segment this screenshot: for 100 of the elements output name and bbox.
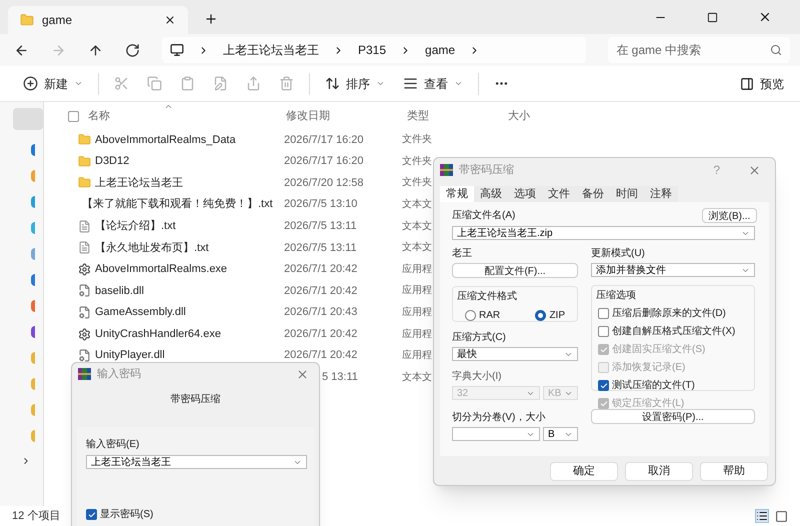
type-cell-text: 应用程 xyxy=(402,328,432,342)
group-label: 压缩选项 xyxy=(596,288,637,303)
file-name[interactable]: D3D12 xyxy=(95,153,130,170)
file-name[interactable]: 【来了就能下载和观看！纯免费！】.txt xyxy=(82,196,273,213)
field-label: 输入密码(E) xyxy=(86,438,140,452)
share-icon xyxy=(246,76,261,91)
file-name[interactable]: 【永久地址发布页】.txt xyxy=(95,240,209,256)
radio-button[interactable] xyxy=(465,310,476,321)
dialog-button[interactable]: 帮助 xyxy=(700,462,768,481)
close-icon[interactable] xyxy=(164,14,176,26)
up-button[interactable] xyxy=(88,42,103,58)
dialog-tab[interactable]: 常规 xyxy=(440,186,474,202)
field-label: 老王 xyxy=(452,246,473,261)
file-gear-icon xyxy=(78,306,91,320)
file-name[interactable]: AboveImmortalRealms_Data xyxy=(95,132,236,148)
method-dropdown[interactable]: 最快 xyxy=(452,347,578,361)
radio-label: RAR xyxy=(479,309,500,323)
window-tab[interactable]: game xyxy=(8,6,188,34)
address-bar[interactable]: 上老王论坛当老王 P315 game xyxy=(162,37,586,63)
column-header[interactable]: 类型 xyxy=(407,108,508,124)
field-label: 压缩文件名(A) xyxy=(452,208,516,223)
type-cell-text: 文件夹 xyxy=(402,132,432,148)
date-cell-text: 2026/7/1 20:42 xyxy=(283,262,358,278)
dialog-tab[interactable]: 注释 xyxy=(644,186,678,202)
column-header[interactable]: 大小 xyxy=(508,108,568,124)
close-icon[interactable] xyxy=(758,10,772,24)
volume-size-dropdown[interactable] xyxy=(452,427,540,441)
checkbox[interactable] xyxy=(598,308,609,319)
dialog-tab[interactable]: 文件 xyxy=(542,186,576,202)
refresh-button[interactable] xyxy=(125,42,140,58)
dialog-tab[interactable]: 选项 xyxy=(508,186,542,202)
type-cell-text: 文件夹 xyxy=(402,176,432,190)
tiles-view-icon[interactable] xyxy=(775,510,788,522)
unit-dropdown[interactable]: B xyxy=(543,427,578,441)
search-field[interactable]: 在 game 中搜索 xyxy=(608,37,790,63)
details-view-icon[interactable] xyxy=(755,509,769,523)
date-cell-text: 2026/7/5 13:10 xyxy=(283,197,358,212)
lines-icon xyxy=(403,76,418,91)
select-all-checkbox[interactable] xyxy=(68,110,79,122)
type-cell-text: 文本文 xyxy=(402,370,432,385)
item-count: 12 个项目 xyxy=(12,508,60,524)
document-icon xyxy=(78,220,91,233)
breadcrumb[interactable]: 上老王论坛当老王 xyxy=(223,41,319,59)
back-button[interactable] xyxy=(14,42,29,58)
archive-name-field[interactable]: 上老王论坛当老王.zip xyxy=(452,226,755,240)
folder-icon xyxy=(78,133,91,146)
column-header[interactable]: 修改日期 xyxy=(286,108,407,124)
field-label: 更新模式(U) xyxy=(591,246,646,261)
dialog-tab[interactable]: 高级 xyxy=(474,186,508,202)
dialog-button[interactable]: 取消 xyxy=(625,462,693,481)
file-name[interactable]: UnityCrashHandler64.exe xyxy=(95,326,221,342)
copy-icon xyxy=(147,76,162,91)
checkbox-label: 创建固实压缩文件(S) xyxy=(612,342,706,357)
new-button[interactable]: 新建 xyxy=(14,70,92,98)
file-gear-icon xyxy=(78,349,91,362)
radio-label: ZIP xyxy=(549,309,565,323)
file-name[interactable]: 【论坛介绍】.txt xyxy=(95,218,176,234)
date-cell-text: 2026/7/1 20:42 xyxy=(283,348,358,364)
gear-icon xyxy=(78,262,91,276)
checkbox[interactable] xyxy=(598,380,609,391)
checkbox[interactable] xyxy=(598,326,609,337)
breadcrumb[interactable]: P315 xyxy=(358,41,386,59)
type-cell-text: 文本文 xyxy=(402,198,432,212)
preview-button[interactable]: 预览 xyxy=(740,74,784,92)
checkbox[interactable] xyxy=(86,509,97,520)
date-cell-text: 2026/7/20 12:58 xyxy=(283,176,365,191)
type-cell-text: 应用程 xyxy=(402,262,432,277)
maximize-icon[interactable] xyxy=(707,12,718,22)
browse-button[interactable]: 浏览(B)... xyxy=(702,208,757,223)
folder-icon xyxy=(78,154,91,168)
dialog-button[interactable]: 确定 xyxy=(550,462,618,481)
type-cell-text: 应用程 xyxy=(402,306,432,320)
new-tab-icon[interactable] xyxy=(204,12,218,26)
file-name[interactable]: baselib.dll xyxy=(95,282,144,300)
file-name[interactable]: UnityPlayer.dll xyxy=(95,347,165,364)
breadcrumb[interactable]: game xyxy=(425,41,456,59)
sort-icon xyxy=(325,76,340,91)
profile-button[interactable]: 配置文件(F)... xyxy=(452,263,578,278)
date-cell-text: 2026/7/17 16:20 xyxy=(283,154,365,170)
archive-app-icon xyxy=(440,164,453,176)
checkbox-label: 锁定压缩文件(L) xyxy=(612,396,684,411)
computer-icon xyxy=(170,43,184,57)
file-name[interactable]: GameAssembly.dll xyxy=(95,304,186,321)
tab-title: game xyxy=(42,12,74,29)
file-name[interactable]: 上老王论坛当老王 xyxy=(95,174,183,192)
dialog-tab[interactable]: 备份 xyxy=(576,186,610,202)
view-button[interactable]: 查看 xyxy=(394,70,472,98)
checkbox-label: 测试压缩的文件(T) xyxy=(612,378,695,393)
file-name[interactable]: AboveImmortalRealms.exe xyxy=(95,261,228,278)
update-mode-dropdown[interactable]: 添加并替换文件 xyxy=(591,263,755,277)
column-header[interactable]: 名称 xyxy=(88,108,286,124)
checkbox-label: 创建自解压格式压缩文件(X) xyxy=(612,324,736,339)
date-cell-text: 2026/7/5 13:11 xyxy=(283,218,358,234)
file-gear-icon xyxy=(78,284,91,298)
rename-icon xyxy=(213,76,228,91)
dialog-tab[interactable]: 时间 xyxy=(610,186,644,202)
password-field[interactable]: 上老王论坛当老王 xyxy=(86,455,307,469)
sort-button[interactable]: 排序 xyxy=(316,70,394,98)
radio-button[interactable] xyxy=(535,310,546,321)
set-password-button[interactable]: 设置密码(P)... xyxy=(591,409,755,424)
